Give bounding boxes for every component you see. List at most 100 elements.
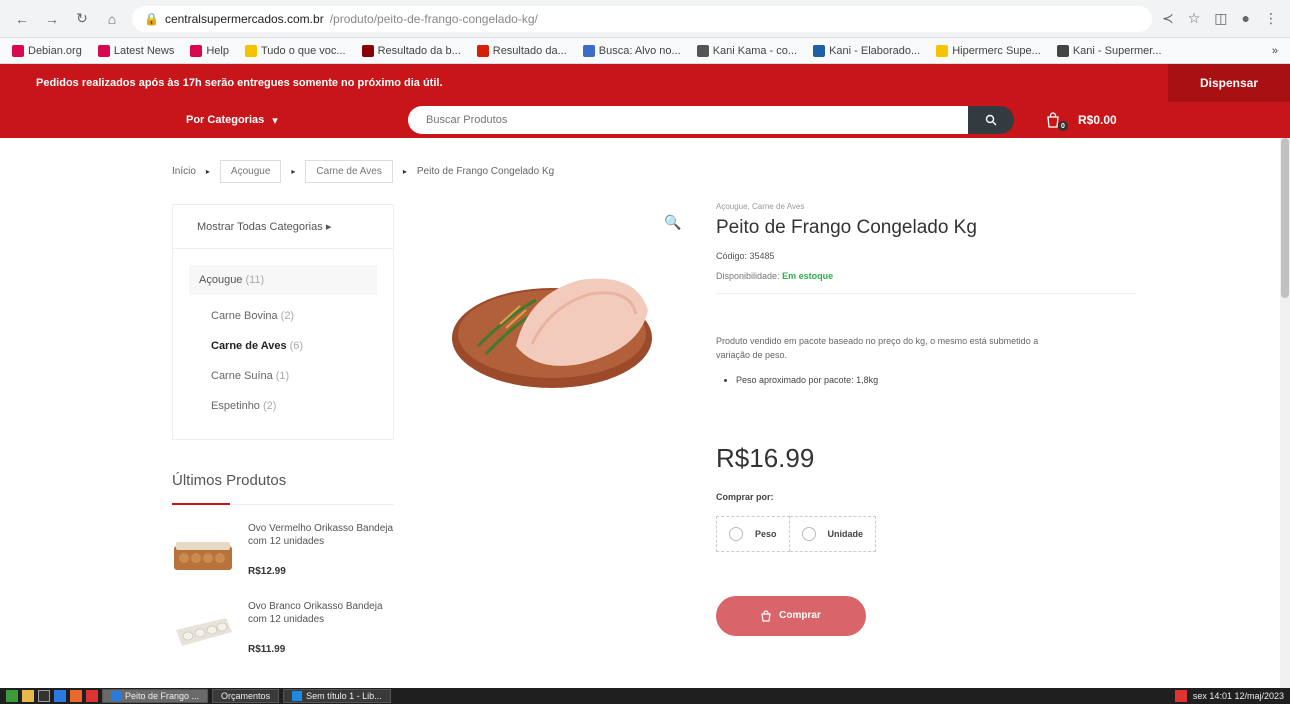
zoom-icon[interactable]: 🔍 [664, 214, 682, 232]
forward-icon[interactable]: → [42, 9, 62, 29]
cart-button[interactable]: 0 R$0.00 [1046, 112, 1117, 131]
bookmark-item[interactable]: Hipermerc Supe... [936, 44, 1041, 57]
search-form [408, 106, 1014, 134]
app-icon[interactable] [86, 690, 98, 702]
bookmark-favicon-icon [813, 44, 826, 57]
latest-product-name[interactable]: Ovo Vermelho Orikasso Bandeja com 12 uni… [248, 522, 394, 548]
notification-icon[interactable] [1174, 690, 1187, 702]
search-button[interactable] [968, 106, 1014, 134]
search-input[interactable] [408, 106, 968, 134]
bookmark-label: Resultado da b... [377, 44, 461, 57]
bookmark-label: Latest News [113, 44, 175, 57]
start-menu-icon[interactable] [6, 690, 18, 702]
breadcrumb-level2[interactable]: Carne de Aves [305, 160, 393, 183]
tab-icon[interactable]: ◫ [1214, 10, 1227, 27]
dismiss-button[interactable]: Dispensar [1167, 64, 1290, 102]
taskbar-task[interactable]: Sem título 1 - Lib... [283, 689, 391, 703]
star-icon[interactable]: ☆ [1188, 10, 1201, 27]
sidebar-item-carne-suina[interactable]: Carne Suína (1) [173, 361, 393, 391]
cart-count-badge: 0 [1058, 121, 1068, 131]
bookmark-item[interactable]: Kani Kama - co... [696, 44, 798, 57]
url-path: /produto/peito-de-frango-congelado-kg/ [329, 11, 538, 26]
sidebar-item-acougue[interactable]: Açougue (11) [189, 265, 377, 295]
document-icon [292, 691, 303, 701]
bookmark-item[interactable]: Kani - Supermer... [1056, 44, 1162, 57]
sidebar-item-label: Carne Suína [211, 370, 273, 382]
bookmark-favicon-icon [190, 44, 203, 57]
buy-options: Peso Unidade [716, 515, 1136, 552]
bookmark-item[interactable]: Kani - Elaborado... [813, 44, 920, 57]
sidebar-item-carne-bovina[interactable]: Carne Bovina (2) [173, 301, 393, 331]
home-icon[interactable]: ⌂ [102, 9, 122, 29]
latest-product-item[interactable]: Ovo Vermelho Orikasso Bandeja com 12 uni… [172, 522, 394, 582]
address-bar[interactable]: 🔒 centralsupermercados.com.br/produto/pe… [132, 5, 1152, 32]
search-icon [985, 114, 997, 126]
chevron-down-icon: ▾ [272, 114, 278, 127]
categories-menu[interactable]: Por Categorias ▾ [186, 114, 278, 127]
product-details: Açougue, Carne de Aves Peito de Frango C… [716, 202, 1136, 636]
bookmark-item[interactable]: Help [190, 44, 229, 57]
page-scrollbar[interactable] [1280, 138, 1290, 688]
availability-label: Disponibilidade: [716, 271, 780, 281]
page-content: Início ▸ Açougue ▸ Carne de Aves ▸ Peito… [0, 138, 1290, 688]
clock: sex 14:01 12/maj/2023 [1192, 691, 1284, 701]
sidebar-item-count: (6) [289, 340, 304, 352]
product-price: R$16.99 [716, 442, 815, 473]
product-code: Código: 35485 [716, 251, 775, 261]
more-bookmarks-icon[interactable]: » [1272, 45, 1278, 57]
browser-icon[interactable] [70, 690, 82, 702]
breadcrumb-home[interactable]: Início [172, 166, 196, 177]
bookmark-item[interactable]: Resultado da b... [361, 44, 461, 57]
notice-text: Pedidos realizados após às 17h serão ent… [36, 77, 443, 89]
egg-tray-white-image [176, 618, 232, 646]
taskbar-task[interactable]: Peito de Frango ... [102, 689, 209, 703]
buy-button-label: Comprar [779, 610, 821, 622]
reload-icon[interactable]: ↻ [72, 9, 92, 29]
bookmark-favicon-icon [361, 44, 374, 57]
share-icon[interactable]: ≺ [1162, 10, 1174, 27]
product-category[interactable]: Açougue, Carne de Aves [716, 202, 1136, 211]
bookmark-item[interactable]: Debian.org [12, 44, 82, 57]
bookmark-label: Hipermerc Supe... [952, 44, 1041, 57]
sidebar-parent-label: Açougue [199, 274, 243, 286]
bookmark-label: Kani Kama - co... [712, 44, 798, 57]
bookmark-label: Debian.org [28, 44, 82, 57]
latest-product-item[interactable]: Ovo Branco Orikasso Bandeja com 12 unida… [172, 600, 394, 660]
sidebar-item-label: Carne Bovina [211, 310, 278, 322]
breadcrumb-current: Peito de Frango Congelado Kg [416, 166, 555, 177]
bookmark-item[interactable]: Busca: Alvo no... [582, 44, 681, 57]
terminal-icon[interactable] [38, 690, 50, 702]
back-icon[interactable]: ← [12, 9, 32, 29]
option-unit[interactable]: Unidade [789, 515, 877, 552]
bookmark-favicon-icon [936, 44, 949, 57]
shopping-bag-icon [761, 610, 771, 622]
option-unit-label: Unidade [827, 528, 864, 539]
sidebar-item-espetinho[interactable]: Espetinho (2) [173, 391, 393, 421]
bookmark-item[interactable]: Tudo o que voc... [244, 44, 346, 57]
taskbar-task[interactable]: Orçamentos [212, 689, 280, 703]
option-weight[interactable]: Peso [716, 515, 790, 552]
app-icon[interactable] [54, 690, 66, 702]
cart-total: R$0.00 [1078, 113, 1117, 127]
bookmark-item[interactable]: Latest News [97, 44, 175, 57]
bookmark-label: Kani - Supermer... [1072, 44, 1162, 57]
buy-button[interactable]: Comprar [716, 595, 866, 636]
url-host: centralsupermercados.com.br [164, 11, 324, 26]
show-all-categories[interactable]: Mostrar Todas Categorias ▸ [173, 205, 393, 249]
caret-right-icon: ▸ [291, 167, 296, 176]
radio-weight[interactable] [729, 526, 743, 541]
radio-unit[interactable] [801, 526, 816, 541]
folder-icon[interactable] [22, 690, 34, 702]
store-notice: Pedidos realizados após às 17h serão ent… [0, 64, 1290, 102]
bookmark-item[interactable]: Resultado da... [476, 44, 567, 57]
sidebar-item-label: Carne de Aves [211, 340, 287, 352]
scrollbar-thumb[interactable] [1281, 138, 1289, 298]
profile-icon[interactable]: ● [1242, 10, 1250, 27]
latest-product-price: R$12.99 [248, 566, 286, 577]
menu-icon[interactable]: ⋮ [1264, 10, 1278, 27]
product-bullets: Peso aproximado por pacote: 1,8kg [716, 375, 1136, 385]
latest-product-name[interactable]: Ovo Branco Orikasso Bandeja com 12 unida… [248, 600, 394, 626]
task-label: Sem título 1 - Lib... [306, 691, 382, 701]
sidebar-item-carne-de-aves[interactable]: Carne de Aves (6) [173, 331, 393, 361]
breadcrumb-level1[interactable]: Açougue [219, 160, 282, 183]
